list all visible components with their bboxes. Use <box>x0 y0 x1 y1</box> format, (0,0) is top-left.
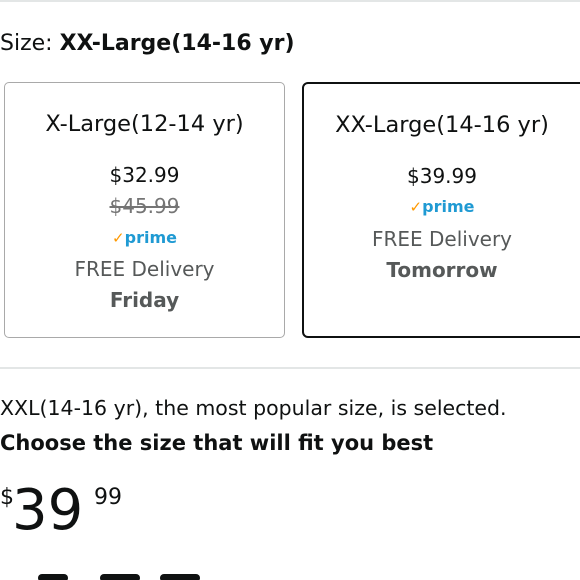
prime-check-icon: ✓ <box>409 198 423 216</box>
selected-size-value: XX-Large(14-16 yr) <box>59 31 295 56</box>
option-delivery-day: Friday <box>109 288 180 312</box>
option-price: $39.99 <box>407 164 477 188</box>
section-divider <box>0 367 580 369</box>
prime-logo-text: prime <box>422 197 475 216</box>
prime-logo-text: prime <box>124 228 177 247</box>
size-option-title: X-Large(12-14 yr) <box>45 111 244 137</box>
price-fraction: 99 <box>94 485 122 510</box>
option-price: $32.99 <box>109 163 180 187</box>
price-whole: 39 <box>12 478 84 543</box>
fit-guidance-message: Choose the size that will fit you best <box>0 431 434 455</box>
option-delivery-day: Tomorrow <box>386 258 498 282</box>
option-list-price-row: $45.99 <box>5 194 284 218</box>
option-delivery: FREE Delivery <box>74 257 215 281</box>
prime-badge: ✓prime <box>290 197 580 217</box>
prime-badge: ✓prime <box>5 228 284 248</box>
option-delivery: FREE Delivery <box>371 227 513 251</box>
popular-size-message: XXL(14-16 yr), the most popular size, is… <box>0 396 507 420</box>
size-option-title: XX-Large(14-16 yr) <box>335 112 549 138</box>
size-option-x-large[interactable]: X-Large(12-14 yr) $32.99 $45.99 ✓prime F… <box>4 82 285 338</box>
option-list-price: $45.99 <box>109 194 180 218</box>
size-option-xx-large[interactable]: XX-Large(14-16 yr) $39.99 ✓prime FREE De… <box>302 82 580 338</box>
size-selector-label: Size: XX-Large(14-16 yr) <box>0 30 295 58</box>
top-divider <box>0 0 580 2</box>
size-label-prefix: Size: <box>0 31 60 56</box>
cut-off-content <box>30 570 230 580</box>
prime-check-icon: ✓ <box>112 229 125 247</box>
